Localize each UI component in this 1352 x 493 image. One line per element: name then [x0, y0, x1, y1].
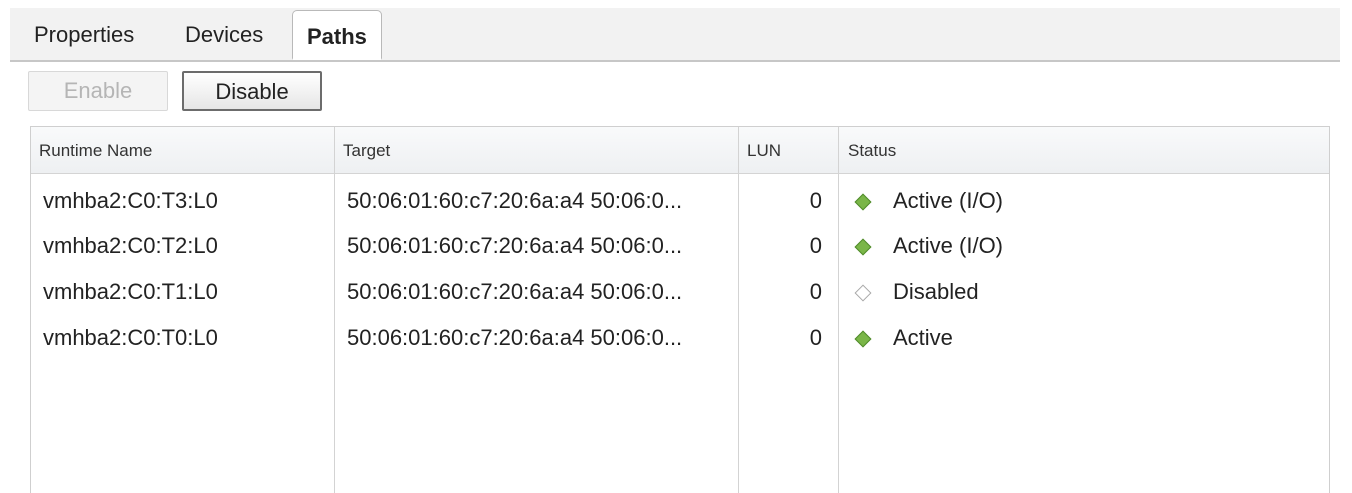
table-header: Runtime Name Target LUN Status: [31, 127, 1329, 174]
column-header-lun[interactable]: LUN: [747, 127, 781, 173]
column-header-status[interactable]: Status: [848, 127, 896, 173]
runtime-name-cell: vmhba2:C0:T0:L0: [43, 325, 218, 350]
disable-button[interactable]: Disable: [182, 71, 322, 111]
lun-cell: 0: [809, 233, 822, 258]
green-diamond-icon: [854, 330, 872, 348]
column-header-runtime-name[interactable]: Runtime Name: [39, 127, 152, 173]
tab-devices[interactable]: Devices: [185, 12, 263, 58]
runtime-name-cell: vmhba2:C0:T1:L0: [43, 279, 218, 304]
status-cell: Disabled: [893, 279, 979, 304]
target-cell: 50:06:01:60:c7:20:6a:a4 50:06:0...: [347, 233, 683, 258]
status-cell: Active: [893, 325, 953, 350]
lun-cell: 0: [809, 188, 822, 213]
runtime-name-cell: vmhba2:C0:T3:L0: [43, 188, 218, 213]
status-cell: Active (I/O): [893, 188, 1004, 213]
tab-bar: Properties Devices Paths: [10, 8, 1340, 62]
paths-panel: Properties Devices Paths Enable Disable …: [0, 0, 1352, 493]
tab-paths[interactable]: Paths: [292, 10, 382, 60]
table-row[interactable]: vmhba2:C0:T1:L0 50:06:01:60:c7:20:6a:a4 …: [31, 268, 1329, 316]
status-cell: Active (I/O): [893, 233, 1004, 258]
green-diamond-icon: [854, 193, 872, 211]
target-cell: 50:06:01:60:c7:20:6a:a4 50:06:0...: [347, 325, 683, 350]
target-cell: 50:06:01:60:c7:20:6a:a4 50:06:0...: [347, 279, 683, 304]
green-diamond-icon: [854, 238, 872, 256]
table-row[interactable]: vmhba2:C0:T3:L0 50:06:01:60:c7:20:6a:a4 …: [31, 177, 1329, 225]
lun-cell: 0: [809, 279, 822, 304]
target-cell: 50:06:01:60:c7:20:6a:a4 50:06:0...: [347, 188, 683, 213]
column-header-target[interactable]: Target: [343, 127, 390, 173]
tab-properties[interactable]: Properties: [34, 12, 134, 58]
lun-cell: 0: [809, 325, 822, 350]
table-row[interactable]: vmhba2:C0:T2:L0 50:06:01:60:c7:20:6a:a4 …: [31, 222, 1329, 270]
enable-button[interactable]: Enable: [28, 71, 168, 111]
runtime-name-cell: vmhba2:C0:T2:L0: [43, 233, 218, 258]
hollow-diamond-icon: [854, 284, 872, 302]
paths-table: Runtime Name Target LUN Status vmhba2:C0…: [30, 126, 1330, 493]
table-row[interactable]: vmhba2:C0:T0:L0 50:06:01:60:c7:20:6a:a4 …: [31, 314, 1329, 362]
